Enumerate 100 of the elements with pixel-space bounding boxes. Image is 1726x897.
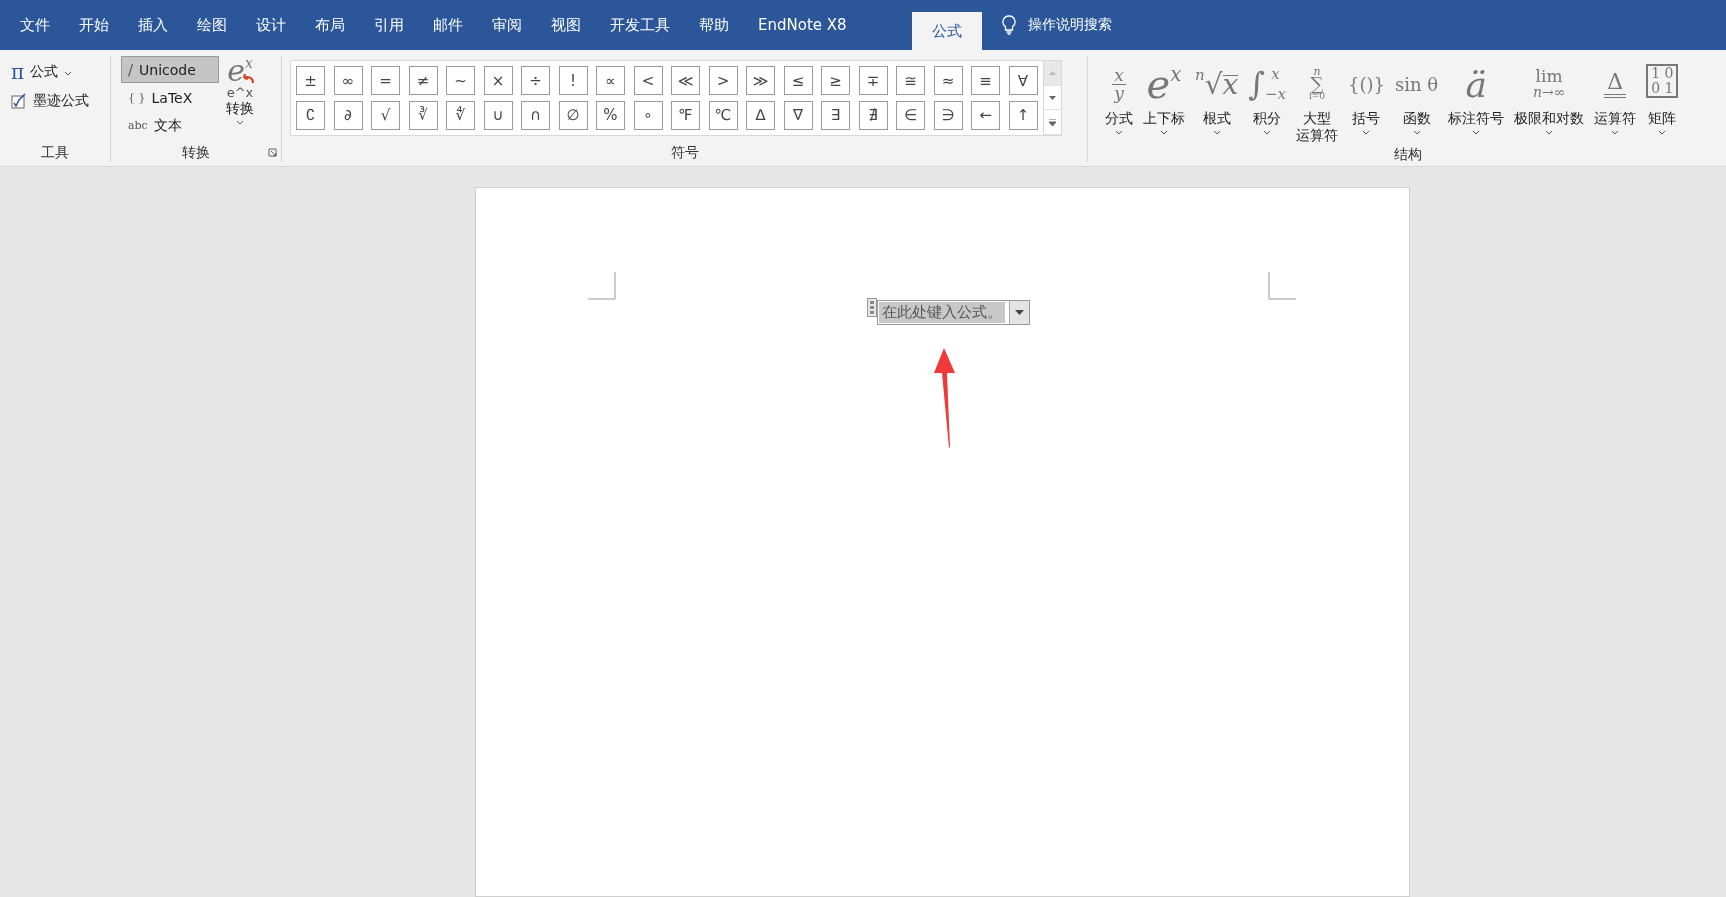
structure-button[interactable]: x y 分式 [1102,58,1136,144]
symbol-button[interactable]: > [708,66,738,95]
caret-icon [1115,130,1123,135]
symbol-button[interactable]: ∩ [521,100,550,130]
symbol-button[interactable]: ∝ [596,66,625,95]
structure-icon: n ∑ i=0 [1308,58,1326,110]
symbol-button[interactable]: < [633,66,663,95]
symbol-button[interactable]: ∃ [821,100,850,130]
symbol-button[interactable]: × [483,66,513,95]
structure-icon: lim n→∞ [1532,58,1566,110]
caret-icon [1362,130,1371,135]
symbol-button[interactable]: ∆ [746,100,775,130]
ribbon-tab[interactable]: EndNote X8 [746,0,859,50]
symbol-button[interactable]: ≥ [821,66,850,95]
symbol-button[interactable]: ℉ [671,100,700,130]
structure-button[interactable]: Δ 运算符 [1591,58,1640,144]
equation-button[interactable]: π 公式 [4,58,96,85]
ribbon-tab[interactable]: 布局 [303,0,357,50]
equation-options-button[interactable] [1008,301,1029,324]
symbol-button[interactable]: ∇ [783,100,813,130]
caret-icon [236,120,244,125]
caret-icon [1472,130,1481,135]
symbol-button[interactable]: ∪ [483,100,513,130]
structure-button[interactable]: sin θ 函数 [1391,58,1442,144]
symbol-button[interactable]: ∛ [408,100,438,130]
ribbon-tab[interactable]: 插入 [126,0,180,50]
symbol-button[interactable]: ∘ [633,100,663,130]
caret-icon [1212,130,1221,135]
symbol-button[interactable]: ∁ [296,100,325,130]
margin-corner-mark [1267,272,1296,300]
group-label: 工具 [41,144,69,160]
ribbon-tab[interactable]: 视图 [539,0,593,50]
caret-icon [1412,130,1421,135]
ink-equation-button[interactable]: 墨迹公式 [4,87,96,114]
structure-icon: sin θ [1394,58,1439,110]
symbol-button[interactable]: ∂ [333,100,363,130]
ribbon-tab[interactable]: 开始 [67,0,121,50]
ribbon-tab[interactable]: 公式 [911,12,982,50]
symbol-button[interactable]: ≠ [408,66,438,95]
ribbon-tab[interactable]: 审阅 [480,0,534,50]
symbol-button[interactable]: ∋ [933,100,963,130]
symbol-button[interactable]: ≡ [971,66,1000,95]
caret-icon [1611,130,1620,135]
ribbon-tab[interactable]: 引用 [362,0,416,50]
ribbon-tab[interactable]: 帮助 [687,0,741,50]
structure-button[interactable]: 1 0 0 1 矩阵 [1643,58,1682,144]
caret-icon [1263,130,1272,135]
symbol-button[interactable]: ∄ [858,100,888,130]
caret-icon [64,70,73,76]
structure-button[interactable]: $^{n}$√x 根式 [1192,58,1242,144]
lightbulb-icon [1001,15,1016,35]
symbol-button[interactable]: ← [971,100,1000,130]
search-link[interactable]: 操作说明搜索 [1027,16,1112,34]
ribbon-tab[interactable]: 绘图 [185,0,239,50]
conversion-option[interactable]: / Unicode [121,56,219,83]
structure-icon: ä [1465,58,1487,110]
symbol-button[interactable]: ≤ [783,66,813,95]
structure-button[interactable]: lim n→∞ 极限和对数 [1511,58,1588,144]
symbol-button[interactable]: ≪ [671,66,700,95]
conversion-option[interactable]: abc 文本 [121,112,219,139]
symbol-button[interactable]: ≈ [933,66,963,95]
symbol-button[interactable]: ~ [446,66,475,95]
expand-icon [1048,118,1056,126]
symbol-button[interactable]: ∅ [558,100,588,130]
ribbon-tab[interactable]: 邮件 [421,0,475,50]
ribbon-tab[interactable]: 文件 [8,0,62,50]
ribbon-tab[interactable]: 设计 [244,0,298,50]
structure-button[interactable]: ä 标注符号 [1445,58,1508,144]
down-triangle-icon [1048,95,1056,100]
symbol-button[interactable]: ∜ [446,100,475,130]
conversion-option[interactable]: { } LaTeX [121,84,219,111]
ink-equation-icon [11,92,27,109]
down-triangle-icon [1014,310,1024,315]
equation-field[interactable]: 在此处键入公式。 [876,300,1030,325]
caret-icon [1545,130,1554,135]
symbol-button[interactable]: ∀ [1008,66,1038,95]
symbol-button[interactable]: ∓ [858,66,888,95]
ribbon-tab[interactable]: 开发工具 [598,0,682,50]
symbol-button[interactable]: ∞ [333,66,363,95]
symbol-button[interactable]: ! [558,66,588,95]
symbol-button[interactable]: ≫ [746,66,775,95]
symbol-button[interactable]: % [596,100,625,130]
group-label: 转换 [182,144,210,160]
structure-icon: {()} [1348,58,1385,110]
equation-handle[interactable] [866,298,877,317]
symbol-button[interactable]: √ [371,100,400,130]
structure-icon: e$^{x}$ [1146,58,1182,110]
symbol-button[interactable]: = [371,66,400,95]
structure-button[interactable]: n ∑ i=0 大型 运算符 [1293,58,1341,144]
structure-button[interactable]: e$^{x}$ 上下标 [1140,58,1188,144]
symbol-button[interactable]: ≅ [896,66,925,95]
symbol-button[interactable]: ℃ [708,100,738,130]
symbol-button[interactable]: ± [296,66,325,95]
symbol-button[interactable]: ↑ [1008,100,1038,130]
structure-icon: 1 0 0 1 [1646,64,1679,98]
dialog-launcher-icon[interactable] [268,148,277,157]
symbol-button[interactable]: ÷ [521,66,550,95]
caret-icon [1160,130,1168,135]
structure-button[interactable]: {()} 括号 [1345,58,1388,144]
symbol-button[interactable]: ∈ [896,100,925,130]
